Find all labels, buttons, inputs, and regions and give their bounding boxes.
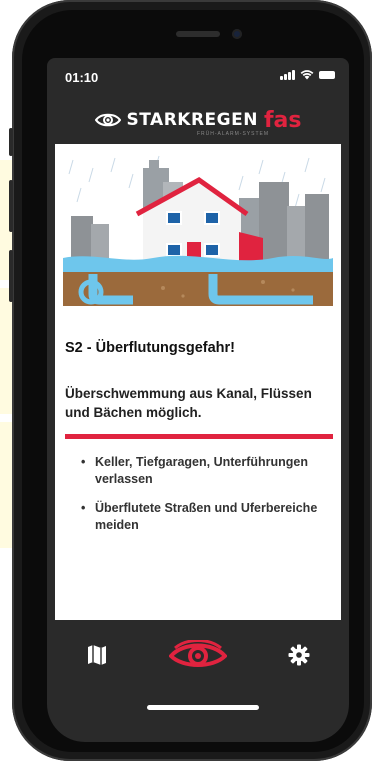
battery-icon bbox=[319, 71, 335, 79]
signal-icon bbox=[280, 70, 295, 80]
warning-description: Überschwemmung aus Kanal, Flüssen und Bä… bbox=[65, 386, 312, 420]
brand-tagline: FRÜH-ALARM-SYSTEM bbox=[197, 131, 270, 137]
front-camera bbox=[232, 29, 242, 39]
gear-icon bbox=[288, 644, 310, 666]
nav-settings-button[interactable] bbox=[269, 633, 329, 677]
brand-suffix: fas bbox=[263, 107, 302, 133]
nav-map-button[interactable] bbox=[67, 633, 127, 677]
warning-card: S2 - Überflutungsgefahr! Überschwemmung … bbox=[55, 144, 341, 620]
status-bar: 01:10 bbox=[47, 58, 349, 94]
advice-item: Überflutete Straßen und Uferbereiche mei… bbox=[79, 500, 333, 534]
status-icons bbox=[280, 70, 335, 80]
bottom-nav bbox=[47, 624, 349, 686]
app-screen: 01:10 STARKREGEN fas FRÜH-ALARM-SYSTEM S… bbox=[47, 58, 349, 742]
side-button bbox=[9, 128, 13, 156]
warning-title: S2 - Überflutungsgefahr! bbox=[65, 340, 235, 356]
home-indicator[interactable] bbox=[147, 705, 259, 710]
advice-list: Keller, Tiefgaragen, Unterführungen verl… bbox=[79, 454, 333, 546]
screenshot: 4 iv 0 01:10 bbox=[0, 0, 372, 761]
speaker-grille bbox=[176, 31, 220, 37]
wifi-icon bbox=[300, 70, 314, 80]
volume-down-button bbox=[9, 250, 13, 302]
nav-warning-button[interactable] bbox=[168, 633, 228, 677]
volume-up-button bbox=[9, 180, 13, 232]
severity-divider bbox=[65, 434, 333, 439]
flood-illustration bbox=[63, 154, 333, 306]
advice-item: Keller, Tiefgaragen, Unterführungen verl… bbox=[79, 454, 333, 488]
map-icon bbox=[88, 645, 107, 665]
status-time: 01:10 bbox=[65, 70, 99, 85]
brand-name: STARKREGEN bbox=[126, 110, 258, 130]
eye-icon bbox=[168, 640, 227, 667]
eye-icon bbox=[94, 113, 121, 127]
